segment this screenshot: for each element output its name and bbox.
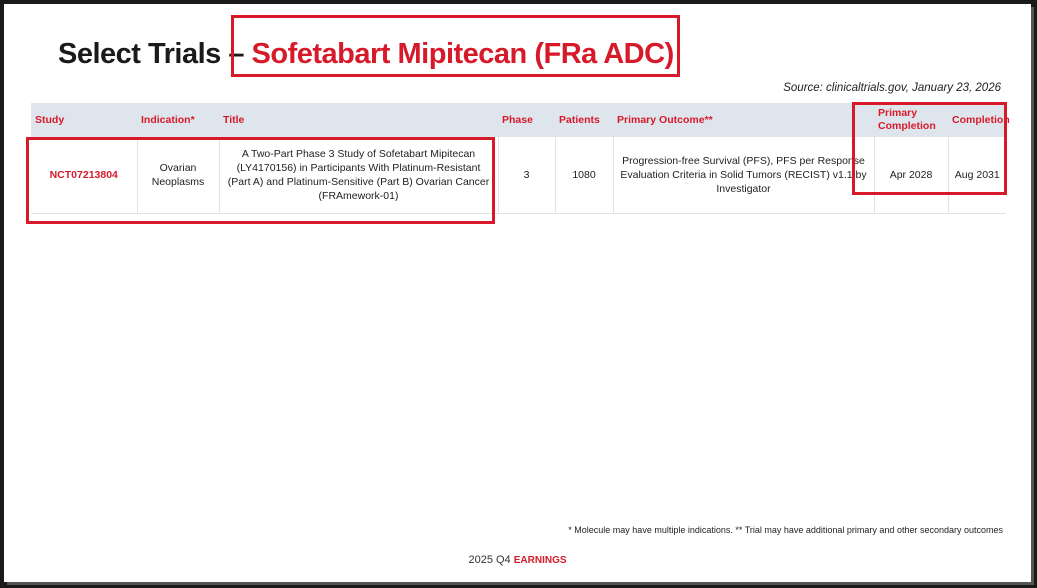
header-primary-outcome: Primary Outcome** xyxy=(617,113,713,126)
header-primary-completion: Primary Completion xyxy=(878,107,936,132)
cell-phase: 3 xyxy=(498,137,556,214)
trials-table: Study Indication* Title Phase Patients P… xyxy=(31,103,1010,214)
title-dash: – xyxy=(228,38,244,70)
header-patients: Patients xyxy=(559,113,600,126)
window-frame: Select Trials – Sofetabart Mipitecan (FR… xyxy=(0,0,1037,588)
cell-completion: Aug 2031 xyxy=(948,137,1006,214)
table-header-row: Study Indication* Title Phase Patients P… xyxy=(31,103,1010,137)
header-title: Title xyxy=(223,113,245,126)
cell-title: A Two-Part Phase 3 Study of Sofetabart M… xyxy=(219,137,499,214)
header-completion: Completion xyxy=(952,113,1010,126)
header-study: Study xyxy=(35,113,65,126)
header-phase: Phase xyxy=(502,113,533,126)
cell-patients: 1080 xyxy=(555,137,614,214)
cell-primary-completion: Apr 2028 xyxy=(874,137,949,214)
footer-year: 2025 Q4 xyxy=(468,554,511,566)
header-indication: Indication* xyxy=(141,113,195,126)
footnote: * Molecule may have multiple indications… xyxy=(568,525,1003,535)
footer-label: EARNINGS xyxy=(513,555,567,566)
slide: Select Trials – Sofetabart Mipitecan (FR… xyxy=(4,4,1031,582)
slide-title: Select Trials – Sofetabart Mipitecan (FR… xyxy=(58,38,674,71)
title-prefix: Select Trials xyxy=(58,38,221,70)
cell-study-id: NCT07213804 xyxy=(31,137,138,214)
source-note: Source: clinicaltrials.gov, January 23, … xyxy=(783,82,1001,94)
slide-footer: 2025 Q4 EARNINGS xyxy=(4,554,1031,566)
title-drug-name: Sofetabart Mipitecan (FRa ADC) xyxy=(251,38,675,70)
cell-primary-outcome: Progression-free Survival (PFS), PFS per… xyxy=(613,137,875,214)
table-row: NCT07213804 Ovarian Neoplasms A Two-Part… xyxy=(31,137,1006,214)
cell-indication: Ovarian Neoplasms xyxy=(137,137,220,214)
